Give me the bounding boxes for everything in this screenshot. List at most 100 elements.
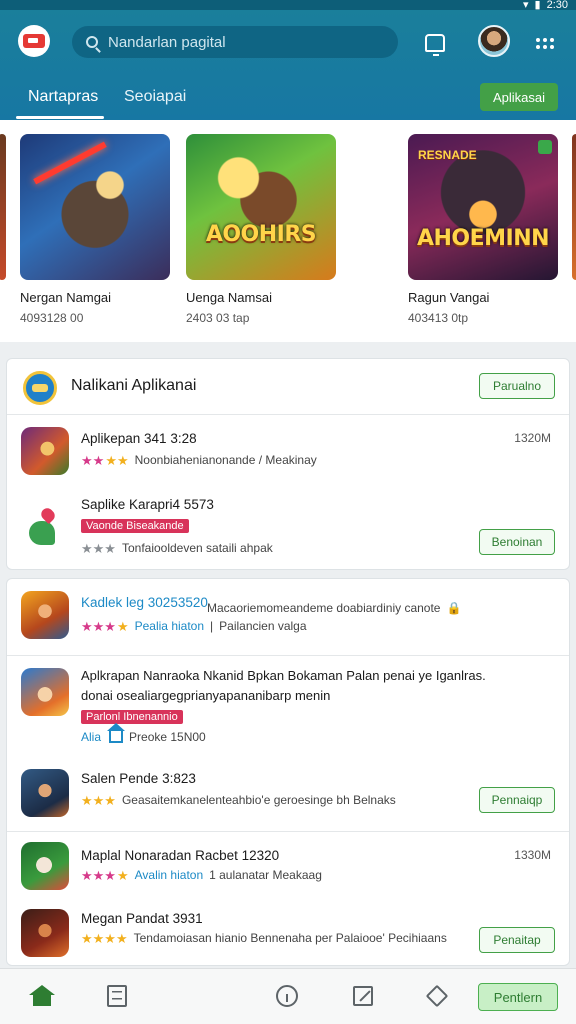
- list-item[interactable]: Aplikepan 341 3:28 ★★ ★★ Noonbiahenianona…: [7, 419, 569, 493]
- app-meta: Alia Preoke 15N00: [81, 723, 206, 744]
- rating-stars-icon: ★★★★: [81, 930, 128, 946]
- edit-icon[interactable]: [350, 983, 376, 1009]
- section-action-button[interactable]: Parualno: [479, 373, 555, 399]
- home-icon[interactable]: [29, 983, 55, 1009]
- app-desc: Macaoriemomeandeme doabiardiniy canote 🔒: [207, 601, 461, 615]
- user-avatar[interactable]: [478, 25, 510, 57]
- app-rating-desc: Noonbiahenianonande / Meakinay: [134, 453, 317, 467]
- app-size: 1320M: [514, 431, 551, 445]
- app-action-button[interactable]: Benoinan: [479, 529, 555, 555]
- rating-stars-icon: ★★★: [81, 540, 116, 556]
- tab-seoiapai[interactable]: Seoiapai: [124, 88, 186, 106]
- featured-carousel[interactable]: Nergan Namgai 4093128 00 AOOHIRS Uenga N…: [0, 120, 576, 342]
- rating-stars-icon: ★★★: [81, 792, 116, 808]
- rating-stars-icon: ★★★★: [81, 618, 129, 634]
- app-desc: Tendamoiasan hianio Bennenaha per Palaio…: [133, 931, 447, 945]
- info-icon[interactable]: [274, 983, 300, 1009]
- header-action-button[interactable]: Aplikasai: [480, 83, 558, 111]
- app-icon: [21, 769, 69, 817]
- app-meta: ★★★ Tonfaiooldeven sataili ahpak: [81, 541, 273, 555]
- game-logo-text: AOOHIRS: [205, 222, 317, 247]
- app-meta: ★★★★ Tendamoiasan hianio Bennenaha per P…: [81, 931, 447, 945]
- recommended-apps-section: Nalikani Aplikanai Parualno Aplikepan 34…: [6, 358, 570, 570]
- list-item[interactable]: Kadlek leg 30253520 Macaoriemomeandeme d…: [7, 579, 569, 655]
- featured-game-art: [20, 134, 170, 280]
- app-desc: Tonfaiooldeven sataili ahpak: [121, 541, 273, 555]
- app-tag-row: Vaonde Biseakande: [81, 519, 189, 533]
- app-list-section: Kadlek leg 30253520 Macaoriemomeandeme d…: [6, 578, 570, 966]
- app-meta: ★★★ ★ Avalin hiaton 1 aulanatar Meakaag: [81, 868, 322, 882]
- section-title: Nalikani Aplikanai: [71, 377, 197, 394]
- app-meta: ★★★ Geasaitemkanelenteahbio'e geroesinge…: [81, 793, 396, 807]
- app-header: Nandarlan pagital Nartapras Seoiapai Apl…: [0, 10, 576, 120]
- app-icon: [21, 591, 69, 639]
- more-options-icon[interactable]: [530, 28, 560, 58]
- app-extra: Pailancien valga: [219, 619, 307, 633]
- featured-card-title: Uenga Namsai: [186, 290, 272, 305]
- app-icon: [21, 668, 69, 716]
- featured-game-art: RESNADE AHOEMINN: [408, 134, 558, 280]
- search-placeholder: Nandarlan pagital: [108, 33, 226, 51]
- list-item[interactable]: Aplkrapan Nanraoka Nkanid Bpkan Bokaman …: [7, 656, 569, 756]
- search-bar[interactable]: Nandarlan pagital: [72, 26, 398, 58]
- app-meta: ★★ ★★ Noonbiahenianonande / Meakinay: [81, 453, 317, 467]
- featured-card[interactable]: Nergan Namgai 4093128 00: [20, 134, 170, 325]
- app-extra: Preoke 15N00: [129, 730, 206, 744]
- app-title: Kadlek leg 30253520: [81, 595, 208, 610]
- app-title: Saplike Karapri4 5573: [81, 497, 214, 512]
- status-bar: ▾ ▮ 2:30: [0, 0, 576, 11]
- badge-icon: [538, 140, 552, 154]
- app-icon: [21, 909, 69, 957]
- category-tag: Vaonde Biseakande: [81, 519, 189, 533]
- list-item[interactable]: Maplal Nonaradan Racbet 12320 ★★★ ★ Avali…: [7, 832, 569, 900]
- featured-card-size: 2403 03 tap: [186, 311, 250, 325]
- separator: |: [210, 619, 214, 633]
- app-link[interactable]: Alia: [81, 730, 101, 744]
- lock-icon: 🔒: [446, 601, 462, 615]
- app-desc: Geasaitemkanelenteahbio'e geroesinge bh …: [121, 793, 396, 807]
- list-item[interactable]: Megan Pandat 3931 ★★★★ Tendamoiasan hian…: [7, 901, 569, 965]
- featured-card-size: 4093128 00: [20, 311, 84, 325]
- featured-card[interactable]: AOOHIRS Uenga Namsai 2403 03 tap: [186, 134, 336, 325]
- featured-game-art: AOOHIRS: [186, 134, 336, 280]
- app-title: Maplal Nonaradan Racbet 12320: [81, 848, 280, 863]
- carousel-prev-card[interactable]: [0, 134, 6, 280]
- bottom-action-button[interactable]: Pentlern: [478, 983, 558, 1011]
- app-icon: [21, 427, 69, 475]
- app-link[interactable]: Pealia hiaton: [135, 619, 204, 633]
- notification-icon[interactable]: [420, 28, 450, 58]
- favorite-icon[interactable]: [424, 983, 450, 1009]
- featured-card-title: Nergan Namgai: [20, 290, 112, 305]
- app-icon: [21, 503, 69, 551]
- active-tab-indicator: [16, 116, 104, 119]
- app-title-line2: donai osealiargegprianyapananibarp menin: [81, 688, 331, 703]
- bottom-navigation: Pentlern: [0, 968, 576, 1024]
- app-title: Aplikepan 341 3:28: [81, 431, 197, 446]
- app-title: Aplkrapan Nanraoka Nkanid Bpkan Bokaman …: [81, 668, 486, 683]
- list-item[interactable]: Saplike Karapri4 5573 Vaonde Biseakande …: [7, 493, 569, 569]
- featured-card[interactable]: RESNADE AHOEMINN Ragun Vangai 403413 0tp: [408, 134, 558, 325]
- list-item[interactable]: Salen Pende 3:823 ★★★ Geasaitemkanelente…: [7, 761, 569, 831]
- app-title: Megan Pandat 3931: [81, 911, 203, 926]
- featured-card-title: Ragun Vangai: [408, 290, 490, 305]
- app-logo-icon[interactable]: [18, 25, 50, 57]
- tab-nartapras[interactable]: Nartapras: [28, 88, 98, 106]
- category-tag: Parlonl Ibnenannio: [81, 710, 183, 724]
- rating-stars-icon: ★★★★: [81, 452, 129, 468]
- app-action-button[interactable]: Pennaiqp: [479, 787, 555, 813]
- status-time: 2:30: [546, 0, 568, 11]
- game-logo-text: AHOEMINN: [416, 226, 550, 251]
- app-link[interactable]: Avalin hiaton: [135, 868, 204, 882]
- section-header: Nalikani Aplikanai Parualno: [7, 359, 569, 415]
- carousel-next-card[interactable]: [572, 134, 576, 280]
- app-desc-text: Macaoriemomeandeme doabiardiniy canote: [207, 601, 441, 615]
- app-icon: [21, 842, 69, 890]
- app-title: Salen Pende 3:823: [81, 771, 196, 786]
- app-meta: ★★★ ★ Pealia hiaton | Pailancien valga: [81, 619, 307, 633]
- tab-bar: Nartapras Seoiapai: [0, 80, 420, 120]
- game-logo-subtext: RESNADE: [418, 148, 477, 162]
- list-icon[interactable]: [104, 983, 130, 1009]
- home-icon: [107, 723, 126, 743]
- app-tag-row: Parlonl Ibnenannio: [81, 710, 183, 724]
- app-action-button[interactable]: Penaitap: [479, 927, 555, 953]
